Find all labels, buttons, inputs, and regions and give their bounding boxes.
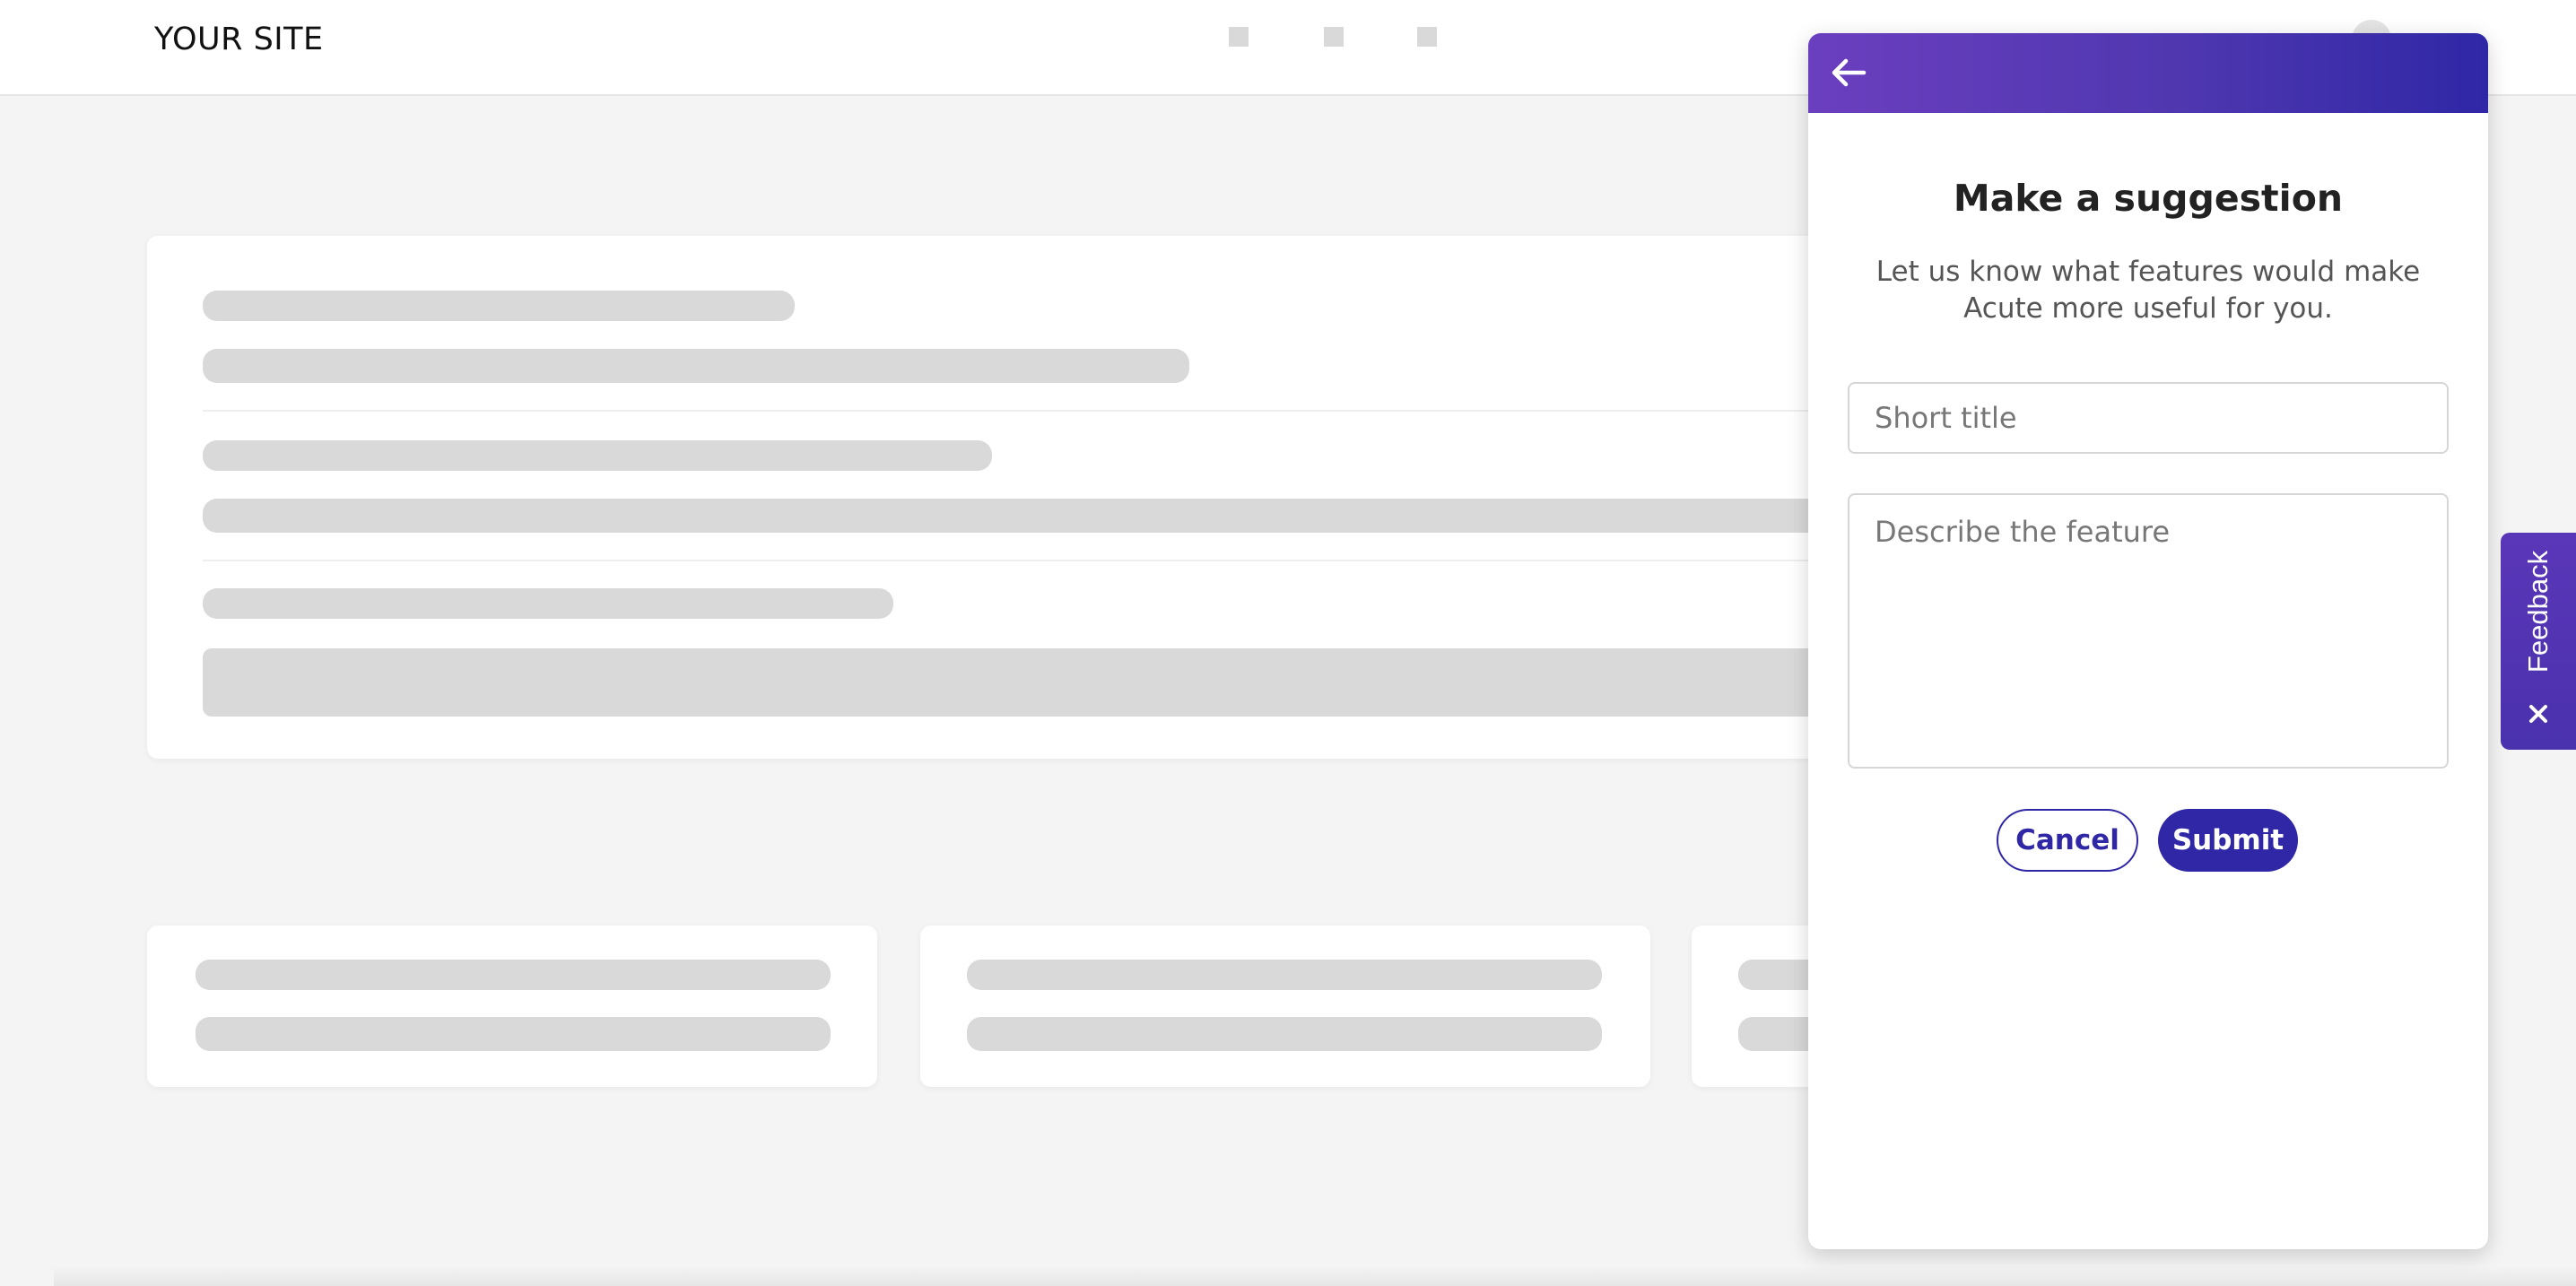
skeleton-line [203, 291, 795, 321]
skeleton-line [196, 960, 831, 990]
skeleton-small-card [920, 925, 1650, 1087]
feedback-widget: Make a suggestion Let us know what featu… [1808, 33, 2488, 1249]
widget-subtitle: Let us know what features would make Acu… [1875, 256, 2421, 325]
divider [203, 410, 1995, 412]
nav-item-placeholder[interactable] [1417, 27, 1437, 47]
skeleton-line [203, 499, 1995, 533]
cancel-button[interactable]: Cancel [1997, 809, 2138, 872]
widget-title: Make a suggestion [1953, 177, 2344, 220]
skeleton-block [203, 648, 1995, 717]
nav-item-placeholder[interactable] [1229, 27, 1249, 47]
short-title-input[interactable] [1848, 382, 2449, 454]
arrow-left-icon [1832, 58, 1867, 87]
divider [203, 560, 1995, 561]
bottom-shadow [54, 1266, 2576, 1286]
skeleton-small-card [147, 925, 877, 1087]
skeleton-main-card [147, 236, 1995, 759]
feature-description-textarea[interactable] [1848, 493, 2449, 769]
skeleton-line [203, 588, 893, 619]
close-icon[interactable] [2522, 698, 2554, 730]
skeleton-line [203, 349, 1189, 383]
skeleton-line [967, 960, 1602, 990]
skeleton-line [196, 1017, 831, 1051]
feedback-tab-label: Feedback [2522, 550, 2554, 673]
skeleton-line [967, 1017, 1602, 1051]
back-button[interactable] [1826, 51, 1873, 94]
widget-header [1808, 33, 2488, 113]
site-title[interactable]: YOUR SITE [154, 22, 324, 57]
submit-button[interactable]: Submit [2158, 809, 2298, 872]
feedback-tab[interactable]: Feedback [2501, 533, 2576, 750]
skeleton-line [203, 440, 992, 471]
nav-item-placeholder[interactable] [1324, 27, 1344, 47]
